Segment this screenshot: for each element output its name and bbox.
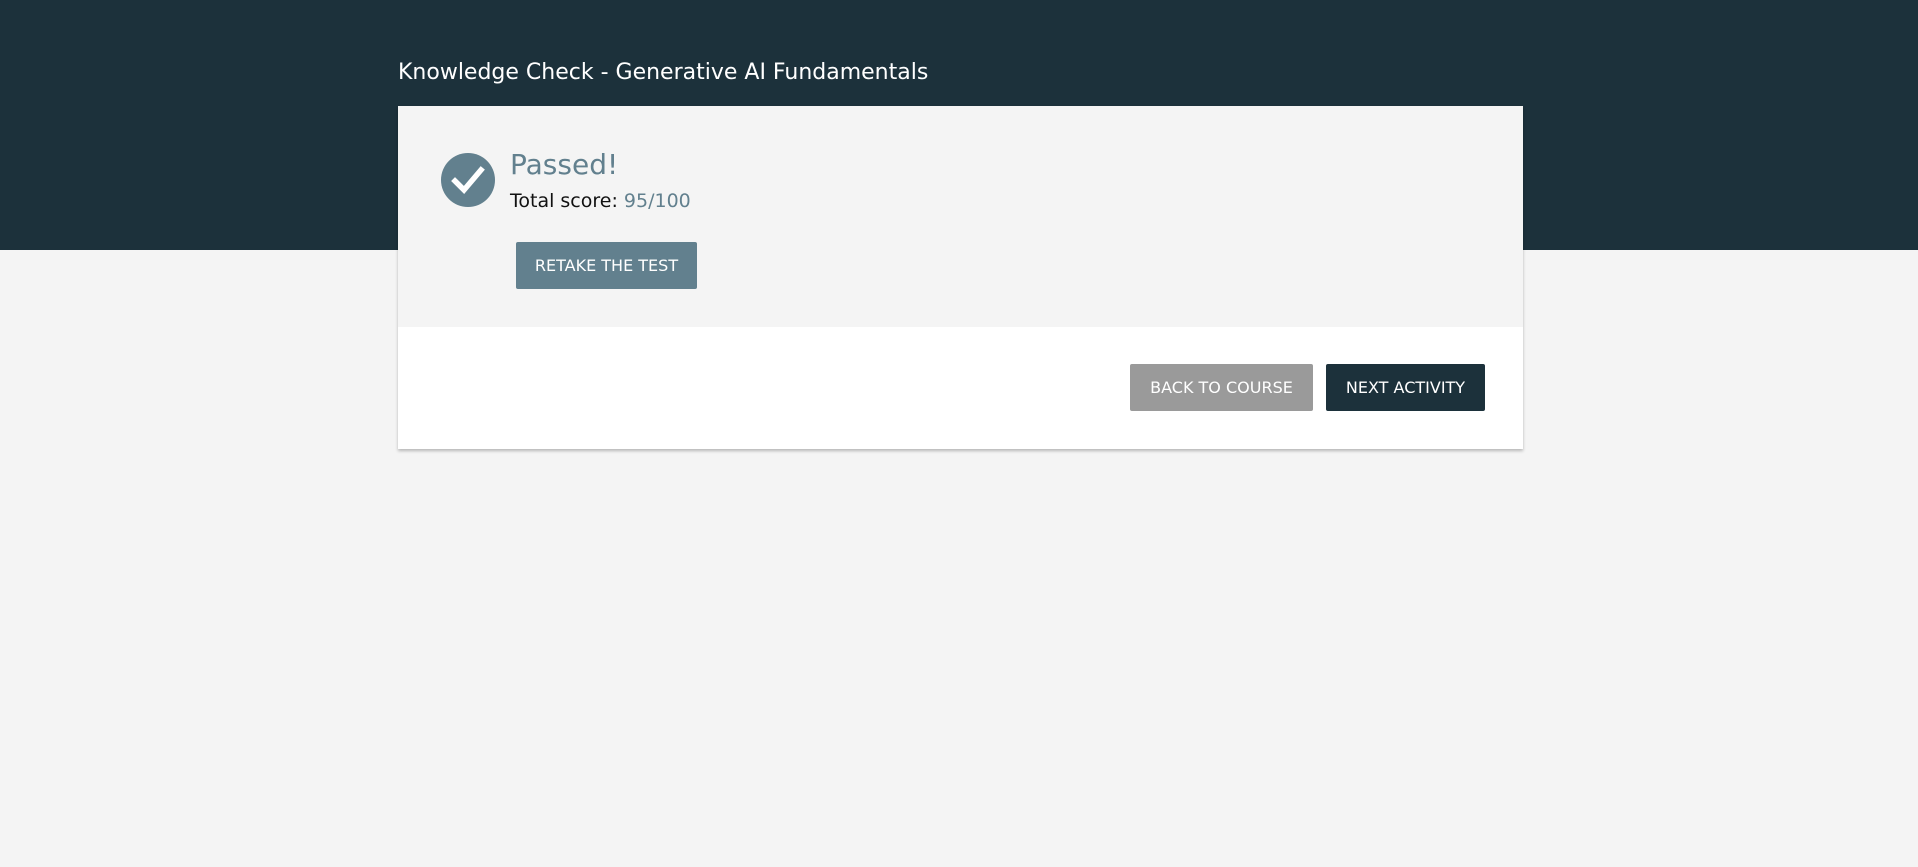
- result-card: Passed! Total score: 95/100 RETAKE THE T…: [398, 106, 1523, 449]
- total-score-value: 95/100: [623, 190, 691, 212]
- retake-test-button[interactable]: RETAKE THE TEST: [516, 242, 697, 289]
- page-title: Knowledge Check - Generative AI Fundamen…: [398, 60, 929, 85]
- total-score-label: Total score:: [510, 190, 618, 212]
- result-panel: Passed! Total score: 95/100 RETAKE THE T…: [398, 106, 1523, 327]
- result-status: Passed!: [510, 148, 619, 181]
- back-to-course-button[interactable]: BACK TO COURSE: [1130, 364, 1313, 411]
- check-circle-icon: [441, 153, 495, 207]
- total-score: Total score: 95/100: [510, 188, 691, 214]
- next-activity-button[interactable]: NEXT ACTIVITY: [1326, 364, 1485, 411]
